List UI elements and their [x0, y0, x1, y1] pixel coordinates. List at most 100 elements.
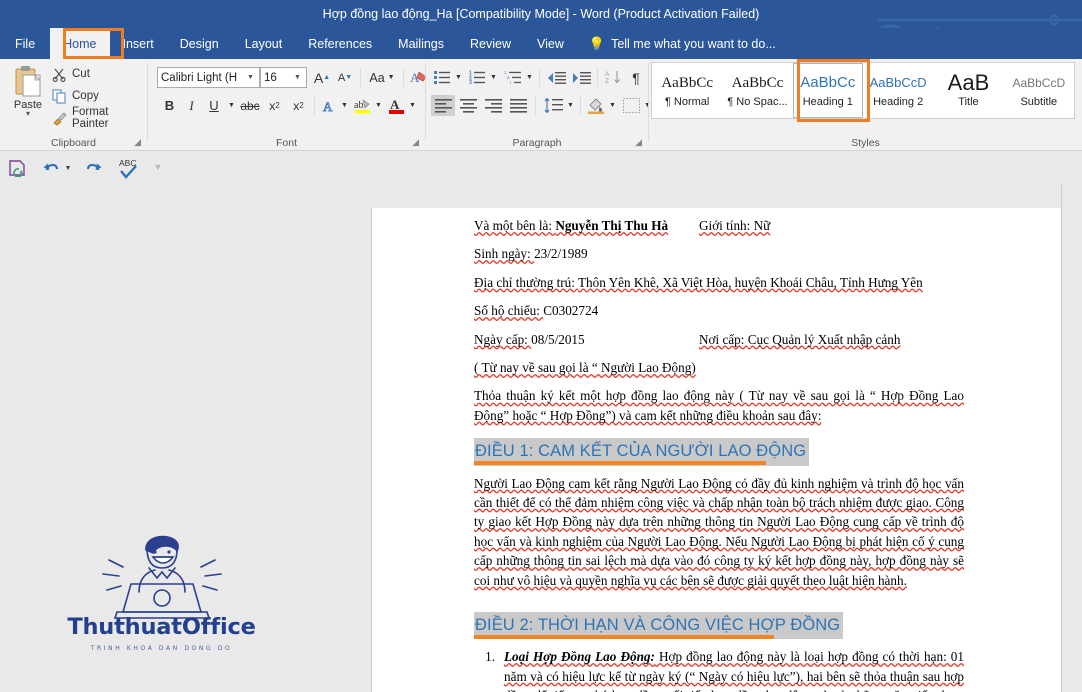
svg-text:i: i — [510, 80, 511, 85]
font-color-dropdown[interactable]: ▼ — [407, 95, 418, 116]
quick-access-toolbar: ▼ ABC ▼ — [0, 151, 1082, 184]
style-preview: AaBbCcD — [1012, 76, 1066, 90]
highlight-dropdown[interactable]: ▼ — [373, 95, 384, 116]
tab-layout[interactable]: Layout — [232, 28, 296, 59]
right-margin-strip — [1061, 184, 1082, 692]
clipboard-dialog-launcher[interactable]: ◢ — [134, 137, 141, 148]
text-effects-dropdown[interactable]: ▼ — [339, 95, 350, 116]
lightbulb-icon: 💡 — [588, 36, 606, 51]
font-size-combo[interactable]: 16 ▼ — [260, 67, 307, 88]
document-body[interactable]: Và một bên là: Nguyễn Thị Thu Hà Giới tí… — [474, 216, 964, 692]
font-name-combo[interactable]: Calibri Light (H ▼ — [157, 67, 260, 88]
style-preview: AaB — [947, 73, 990, 93]
save-icon[interactable] — [6, 157, 28, 179]
ribbon-tabs: File Home Insert Design Layout Reference… — [0, 28, 788, 59]
align-center-button[interactable] — [456, 95, 480, 116]
ribbon-tab-strip: File Home Insert Design Layout Reference… — [0, 28, 1082, 59]
italic-button[interactable]: I — [181, 95, 202, 116]
cut-label: Cut — [72, 68, 90, 80]
list-item: 1. Loại Hợp Đồng Lao Động: Hợp đồng lao … — [474, 647, 964, 692]
style-heading-2[interactable]: AaBbCcD Heading 2 — [863, 63, 933, 118]
birthdate-value: 23/2/1989 — [534, 246, 588, 262]
style-subtitle[interactable]: AaBbCcD Subtitle — [1004, 63, 1074, 118]
line-spacing-dropdown[interactable]: ▼ — [565, 95, 576, 116]
multilevel-dropdown[interactable]: ▼ — [524, 67, 535, 88]
style-normal[interactable]: AaBbCc ¶ Normal — [652, 63, 722, 118]
paragraph-birthdate: Sinh ngày: 23/2/1989 — [474, 244, 964, 263]
alias-employee-text: ( Từ nay về sau gọi là “ Người Lao Động) — [474, 360, 696, 376]
paragraph-address: Địa chỉ thường trú: Thôn Yên Khê, Xã Việ… — [474, 273, 964, 292]
document-page[interactable]: Và một bên là: Nguyễn Thị Thu Hà Giới tí… — [371, 208, 1061, 692]
paragraph-dialog-launcher[interactable]: ◢ — [635, 137, 642, 148]
issue-place-value: Cục Quản lý Xuất nhập cảnh — [747, 331, 901, 347]
paste-button[interactable]: Paste ▾ — [6, 63, 50, 135]
shading-button[interactable] — [585, 95, 607, 116]
font-color-button[interactable]: A — [386, 95, 408, 116]
subscript-button[interactable]: x2 — [263, 95, 286, 116]
increase-indent-button[interactable] — [569, 67, 593, 88]
underline-button[interactable]: U — [203, 95, 225, 116]
borders-button[interactable] — [620, 95, 642, 116]
tab-insert[interactable]: Insert — [110, 28, 167, 59]
tab-view[interactable]: View — [524, 28, 577, 59]
tab-references[interactable]: References — [295, 28, 385, 59]
undo-dropdown-icon[interactable]: ▼ — [63, 159, 73, 177]
format-painter-button[interactable]: Format Painter — [52, 106, 147, 130]
numbered-list: 1. Loại Hợp Đồng Lao Động: Hợp đồng lao … — [474, 647, 964, 692]
spelling-check-icon[interactable]: ABC — [116, 155, 142, 181]
thuthuatoffice-watermark: ThuthuatOffice TRINH KHOA DAN DONG DO — [44, 534, 279, 654]
tab-file[interactable]: File — [0, 28, 50, 59]
undo-icon[interactable] — [40, 157, 62, 179]
paragraph-passport: Số hộ chiếu: C0302724 — [474, 301, 964, 320]
sort-button[interactable]: AZ — [602, 67, 624, 88]
chevron-down-icon[interactable]: ▾ — [26, 110, 30, 118]
heading-dieu-1-wrap: ĐIỀU 1: CAM KẾT CỦA NGƯỜI LAO ĐỘNG — [474, 438, 964, 466]
redo-icon[interactable] — [82, 157, 104, 179]
styles-gallery: AaBbCc ¶ Normal AaBbCc ¶ No Spac... AaBb… — [651, 62, 1075, 119]
style-label: ¶ Normal — [664, 96, 710, 108]
align-right-button[interactable] — [481, 95, 505, 116]
align-left-button[interactable] — [431, 95, 455, 116]
tab-home[interactable]: Home — [50, 28, 110, 59]
address-label: Địa chỉ thường trú: — [474, 274, 578, 290]
tell-me-box[interactable]: 💡 Tell me what you want to do... — [577, 28, 788, 59]
text-highlight-button[interactable]: ab — [352, 95, 374, 116]
bold-button[interactable]: B — [159, 95, 180, 116]
underline-dropdown[interactable]: ▼ — [226, 95, 237, 116]
tab-design[interactable]: Design — [167, 28, 232, 59]
copy-button[interactable]: Copy — [52, 87, 99, 105]
change-case-button[interactable]: Aa ▼ — [365, 67, 399, 88]
style-preview: AaBbCc — [731, 75, 784, 91]
numbering-button[interactable]: 123 — [466, 67, 488, 88]
customize-quick-access-icon[interactable]: ▼ — [150, 159, 166, 175]
bullets-button[interactable] — [431, 67, 453, 88]
grow-font-button[interactable]: A ▲ — [311, 67, 333, 88]
cut-button[interactable]: Cut — [52, 65, 90, 83]
show-formatting-marks-button[interactable]: ¶ — [626, 67, 646, 88]
format-painter-label: Format Painter — [72, 106, 109, 130]
superscript-button[interactable]: x2 — [287, 95, 310, 116]
list-item-number: 1. — [485, 649, 495, 665]
style-title[interactable]: AaB Title — [933, 63, 1003, 118]
style-no-spacing[interactable]: AaBbCc ¶ No Spac... — [722, 63, 792, 118]
text-effects-button[interactable]: A — [320, 95, 340, 116]
tab-review[interactable]: Review — [457, 28, 524, 59]
strikethrough-button[interactable]: abc — [238, 95, 262, 116]
chevron-down-icon[interactable]: ▼ — [291, 74, 305, 81]
font-dialog-launcher[interactable]: ◢ — [412, 137, 419, 148]
multilevel-list-button[interactable]: 1ai — [501, 67, 525, 88]
employee-name: Nguyễn Thị Thu Hà — [555, 218, 669, 233]
bullets-dropdown[interactable]: ▼ — [453, 67, 464, 88]
chevron-down-icon[interactable]: ▼ — [244, 74, 258, 81]
tab-mailings[interactable]: Mailings — [385, 28, 457, 59]
style-label: Title — [958, 96, 979, 108]
svg-text:ab: ab — [354, 100, 363, 111]
line-spacing-button[interactable] — [541, 95, 565, 116]
numbering-dropdown[interactable]: ▼ — [488, 67, 499, 88]
shrink-font-button[interactable]: A ▼ — [334, 67, 356, 88]
copy-label: Copy — [72, 90, 99, 102]
style-heading-1[interactable]: AaBbCc Heading 1 — [792, 63, 863, 118]
decrease-indent-button[interactable] — [544, 67, 568, 88]
justify-button[interactable] — [506, 95, 530, 116]
shading-dropdown[interactable]: ▼ — [607, 95, 618, 116]
